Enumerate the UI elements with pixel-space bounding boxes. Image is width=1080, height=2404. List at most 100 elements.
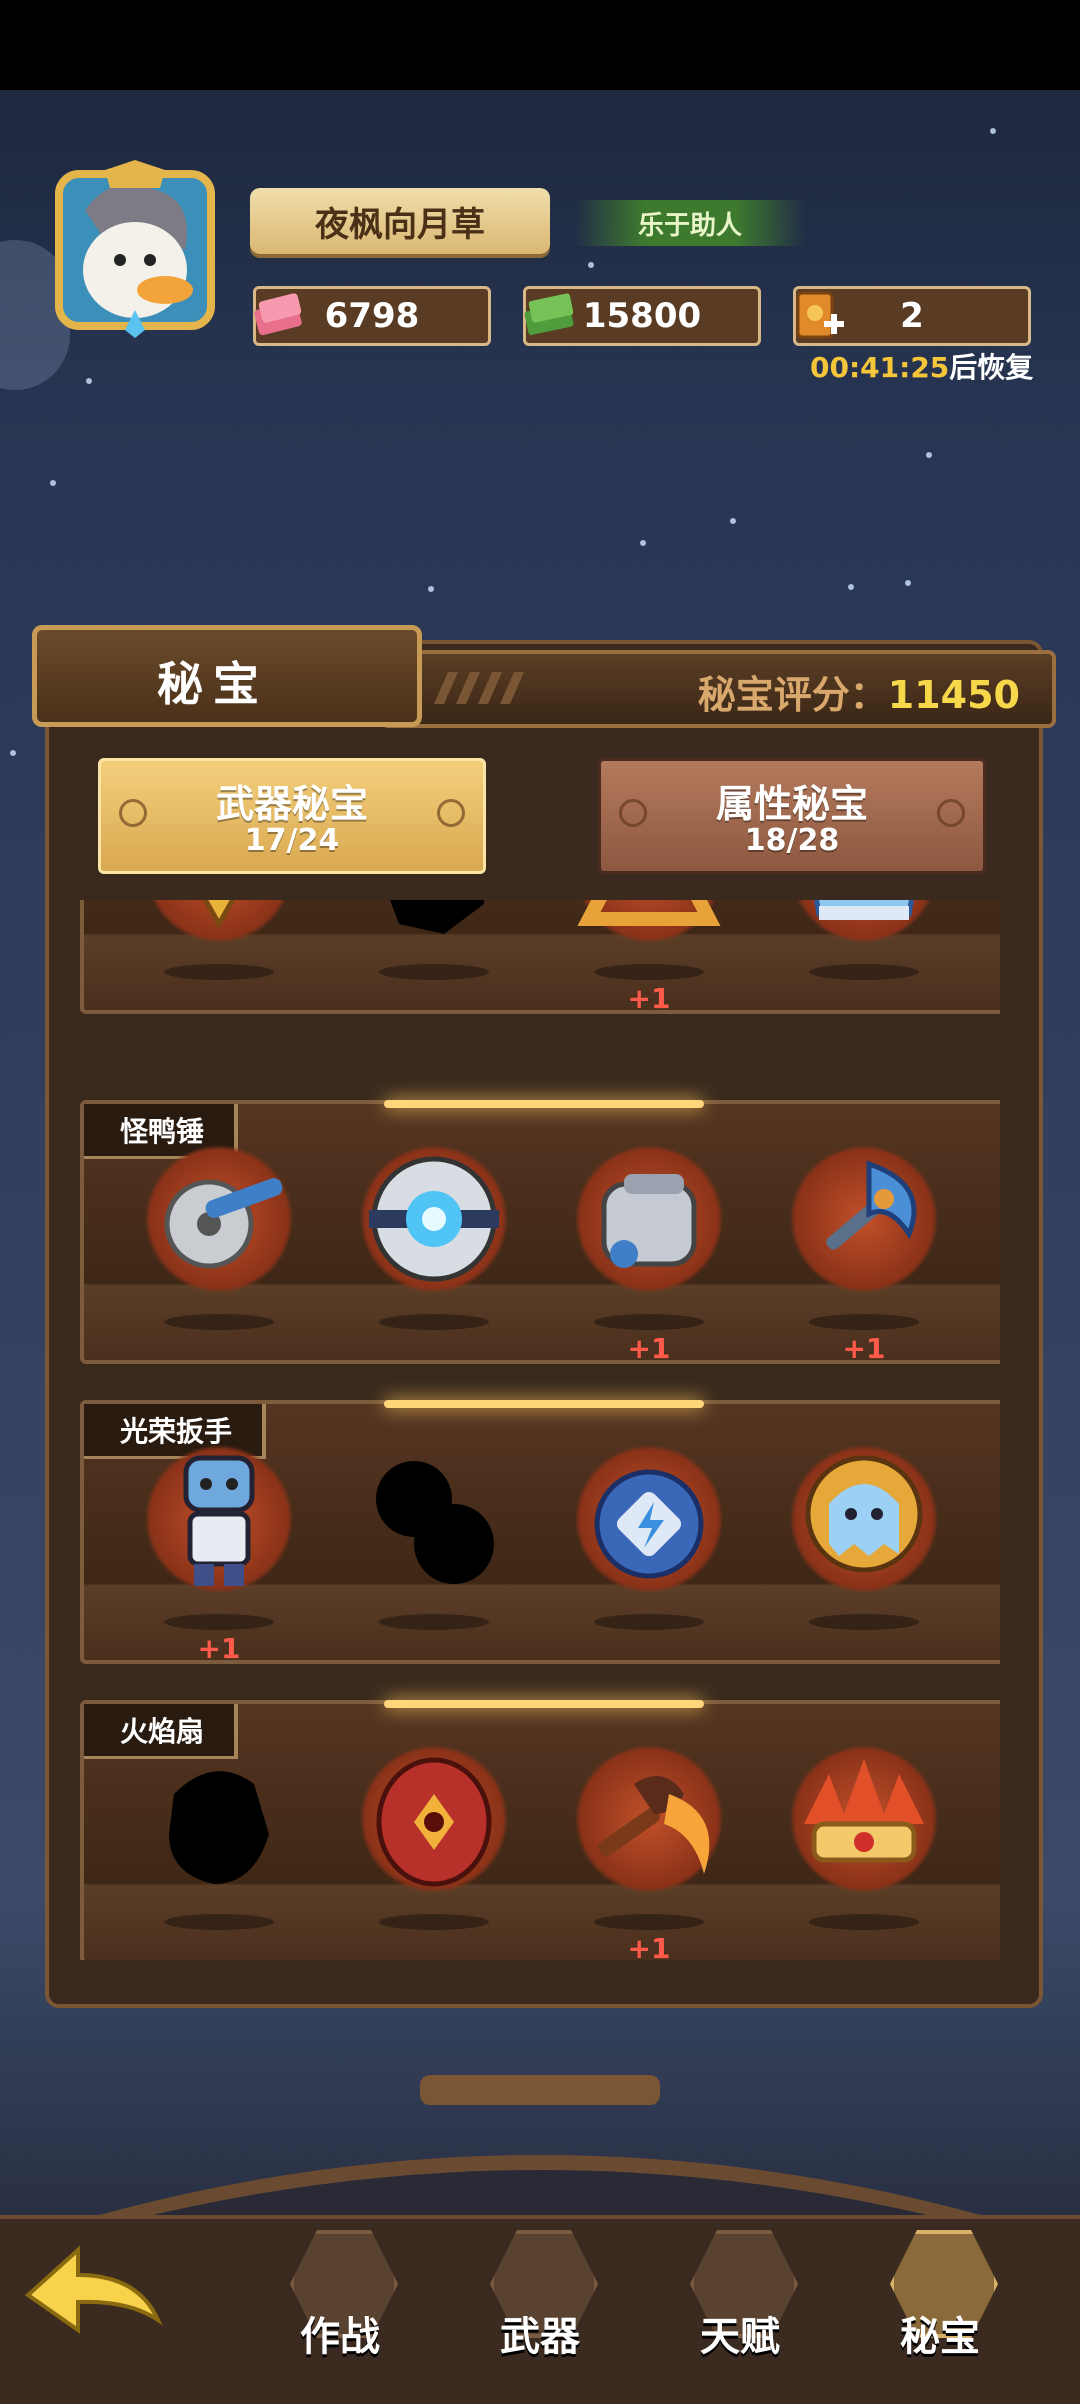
tab-weapon-treasure[interactable]: 武器秘宝 17/24 bbox=[98, 758, 486, 874]
treasure-score: 秘宝评分：11450 bbox=[698, 664, 1020, 719]
treasure-slot[interactable]: +1 bbox=[144, 1444, 294, 1665]
slot-shadow bbox=[809, 1614, 919, 1630]
upgrade-plus: +1 bbox=[627, 982, 671, 1015]
tab-count: 18/28 bbox=[744, 823, 840, 858]
slot-shadow bbox=[379, 1314, 489, 1330]
star bbox=[905, 580, 911, 586]
triangle-crystal-icon bbox=[577, 900, 721, 926]
shelf-light bbox=[384, 1700, 704, 1708]
treasure-slot[interactable] bbox=[789, 1744, 939, 1930]
cash-stack-icon bbox=[524, 293, 574, 335]
treasure-slot[interactable] bbox=[789, 1444, 939, 1630]
treasure-slot[interactable] bbox=[359, 1144, 509, 1330]
ghost-capsule-icon bbox=[805, 1455, 923, 1573]
slot-shadow bbox=[809, 964, 919, 980]
tab-attribute-treasure[interactable]: 属性秘宝 18/28 bbox=[598, 758, 986, 874]
status-bar bbox=[0, 0, 1080, 90]
gem-stack-icon bbox=[254, 293, 302, 336]
upgrade-plus: +1 bbox=[197, 1632, 241, 1665]
shelf-row: 光荣扳手 +1 bbox=[80, 1400, 1000, 1665]
golden-eye-pyramid-icon bbox=[202, 900, 236, 930]
flame-crown-icon bbox=[804, 1759, 924, 1863]
shelf-light bbox=[384, 1100, 704, 1108]
upgrade-plus: +1 bbox=[627, 1932, 671, 1960]
tickets-counter[interactable]: 2 bbox=[793, 286, 1031, 346]
treasure-slot[interactable] bbox=[359, 900, 509, 980]
upgrade-plus: +1 bbox=[842, 1332, 886, 1365]
slot-shadow bbox=[379, 964, 489, 980]
slot-shadow bbox=[594, 1614, 704, 1630]
recovery-time: 00:41:25 bbox=[810, 351, 950, 384]
locked-silhouette-icon bbox=[390, 900, 485, 934]
locked-gears-icon bbox=[376, 1461, 494, 1584]
saw-wrench-icon bbox=[164, 1178, 283, 1269]
recovery-suffix: 后恢复 bbox=[949, 351, 1034, 384]
slot-shadow bbox=[164, 1314, 274, 1330]
star bbox=[848, 584, 854, 590]
panel-title: 秘宝 bbox=[157, 657, 269, 711]
star bbox=[990, 128, 996, 134]
tab-label: 属性秘宝 bbox=[715, 782, 868, 826]
nav-treasure[interactable]: 秘宝 bbox=[880, 2222, 1000, 2372]
shelf-row: +1 bbox=[80, 900, 1000, 1015]
slot-shadow bbox=[164, 964, 274, 980]
title-badge-label: 乐于助人 bbox=[637, 210, 742, 241]
avatar[interactable] bbox=[45, 160, 225, 340]
star bbox=[10, 750, 16, 756]
slot-shadow bbox=[594, 1314, 704, 1330]
slot-shadow bbox=[379, 1914, 489, 1930]
nav-talent[interactable]: 天赋 bbox=[680, 2222, 800, 2372]
battle-axe-icon bbox=[826, 1160, 917, 1250]
treasure-slot[interactable]: +1 bbox=[574, 900, 724, 1015]
locked-silhouette-icon bbox=[169, 1771, 269, 1884]
dragon-torch-icon bbox=[598, 1776, 710, 1874]
treasure-slot[interactable] bbox=[789, 900, 939, 980]
slot-shadow bbox=[809, 1914, 919, 1930]
nav-label: 秘宝 bbox=[900, 2314, 980, 2360]
panel-title-tab: 秘宝 bbox=[32, 625, 422, 727]
shelf-light bbox=[384, 1400, 704, 1408]
star bbox=[730, 518, 736, 524]
treasure-slot[interactable]: +1 bbox=[789, 1144, 939, 1365]
treasure-slot[interactable]: +1 bbox=[574, 1744, 724, 1960]
treasure-slot[interactable] bbox=[144, 1144, 294, 1330]
treasure-slot[interactable]: +1 bbox=[574, 1144, 724, 1365]
ice-crown-icon bbox=[814, 900, 914, 920]
treasure-slot[interactable] bbox=[144, 1744, 294, 1930]
star bbox=[640, 540, 646, 546]
slot-shadow bbox=[809, 1314, 919, 1330]
star bbox=[86, 378, 92, 384]
ticket-plus-icon bbox=[796, 291, 844, 339]
back-arrow-icon bbox=[24, 2245, 163, 2334]
cash-counter[interactable]: 15800 bbox=[523, 286, 761, 346]
nav-label: 武器 bbox=[500, 2314, 580, 2360]
nav-weapon[interactable]: 武器 bbox=[480, 2222, 600, 2372]
treasure-slot[interactable] bbox=[574, 1444, 724, 1630]
star bbox=[428, 586, 434, 592]
score-value: 11450 bbox=[887, 673, 1020, 717]
tab-count: 17/24 bbox=[244, 823, 340, 858]
energy-core-icon bbox=[369, 1156, 499, 1282]
player-name: 夜枫向月草 bbox=[315, 204, 485, 245]
gems-value: 6798 bbox=[324, 296, 420, 336]
slot-shadow bbox=[164, 1614, 274, 1630]
star bbox=[926, 452, 932, 458]
player-name-plate[interactable]: 夜枫向月草 bbox=[250, 188, 550, 254]
slot-shadow bbox=[594, 964, 704, 980]
shelf-row: 怪鸭锤 +1 +1 bbox=[80, 1100, 1000, 1365]
tab-label: 武器秘宝 bbox=[215, 782, 368, 826]
lightning-orb-icon bbox=[594, 1469, 704, 1579]
slot-shadow bbox=[594, 1914, 704, 1930]
gems-counter[interactable]: 6798 bbox=[253, 286, 491, 346]
back-button[interactable] bbox=[18, 2240, 168, 2340]
treasure-slot[interactable] bbox=[359, 1444, 509, 1630]
nav-label: 作战 bbox=[300, 2314, 380, 2360]
slot-shadow bbox=[379, 1614, 489, 1630]
upgrade-plus: +1 bbox=[627, 1332, 671, 1365]
cash-value: 15800 bbox=[582, 296, 702, 336]
star bbox=[50, 480, 56, 486]
nav-battle[interactable]: 作战 bbox=[280, 2222, 400, 2372]
treasure-slot[interactable] bbox=[144, 900, 294, 980]
treasure-list[interactable]: +1 怪鸭锤 +1 +1 光荣扳手 +1 火焰扇 +1 bbox=[80, 900, 1000, 1960]
treasure-slot[interactable] bbox=[359, 1744, 509, 1930]
